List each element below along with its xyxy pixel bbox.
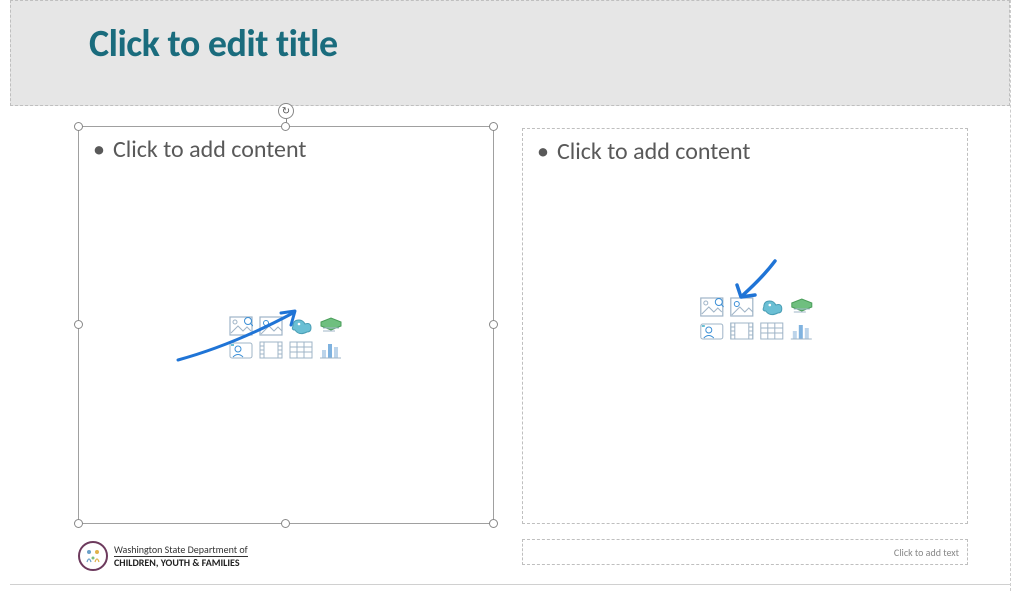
resize-handle[interactable] [74, 519, 83, 528]
stock-image-icon[interactable] [698, 296, 726, 318]
smartart-icon[interactable] [788, 296, 816, 318]
notes-placeholder[interactable]: Click to add text [522, 539, 968, 565]
bullet-icon: • [93, 135, 105, 164]
slide-guide [10, 584, 1011, 585]
title-text[interactable]: Click to edit title [89, 21, 338, 67]
stock-image-icon[interactable] [227, 315, 255, 337]
content-text[interactable]: • Click to add content [537, 137, 750, 166]
resize-handle[interactable] [489, 519, 498, 528]
content-placeholder-right[interactable]: • Click to add content [522, 128, 968, 524]
resize-handle[interactable] [489, 122, 498, 131]
content-text-label: Click to add content [557, 137, 750, 166]
cameo-icon[interactable] [698, 320, 726, 342]
bullet-icon: • [537, 137, 549, 166]
content-text-label: Click to add content [113, 135, 306, 164]
resize-handle[interactable] [281, 122, 290, 131]
notes-text: Click to add text [894, 546, 959, 559]
resize-handle[interactable] [489, 320, 498, 329]
placeholder-icon-grid [227, 315, 345, 361]
footer-logo: Washington State Department of CHILDREN,… [78, 541, 248, 571]
insert-table-icon[interactable] [758, 320, 786, 342]
logo-icon [78, 541, 108, 571]
insert-chart-icon[interactable] [788, 320, 816, 342]
insert-video-icon[interactable] [728, 320, 756, 342]
logo-line2: CHILDREN, YOUTH & FAMILIES [114, 558, 248, 568]
logo-text: Washington State Department of CHILDREN,… [114, 545, 248, 568]
insert-picture-icon[interactable] [257, 315, 285, 337]
insert-picture-icon[interactable] [728, 296, 756, 318]
icons-icon[interactable] [287, 315, 315, 337]
slide-canvas: Click to edit title ↻ • Click to add cont… [0, 0, 1024, 591]
resize-handle[interactable] [74, 122, 83, 131]
rotate-handle[interactable]: ↻ [278, 103, 294, 119]
cameo-icon[interactable] [227, 339, 255, 361]
content-text[interactable]: • Click to add content [93, 135, 306, 164]
insert-video-icon[interactable] [257, 339, 285, 361]
title-placeholder[interactable]: Click to edit title [10, 0, 1010, 106]
icons-icon[interactable] [758, 296, 786, 318]
resize-handle[interactable] [281, 519, 290, 528]
slide-guide [1010, 0, 1011, 591]
insert-table-icon[interactable] [287, 339, 315, 361]
resize-handle[interactable] [74, 320, 83, 329]
insert-chart-icon[interactable] [317, 339, 345, 361]
logo-line1: Washington State Department of [114, 545, 248, 557]
placeholder-icon-grid [698, 296, 816, 342]
content-placeholder-left[interactable]: ↻ •Click to add content [78, 126, 494, 524]
smartart-icon[interactable] [317, 315, 345, 337]
